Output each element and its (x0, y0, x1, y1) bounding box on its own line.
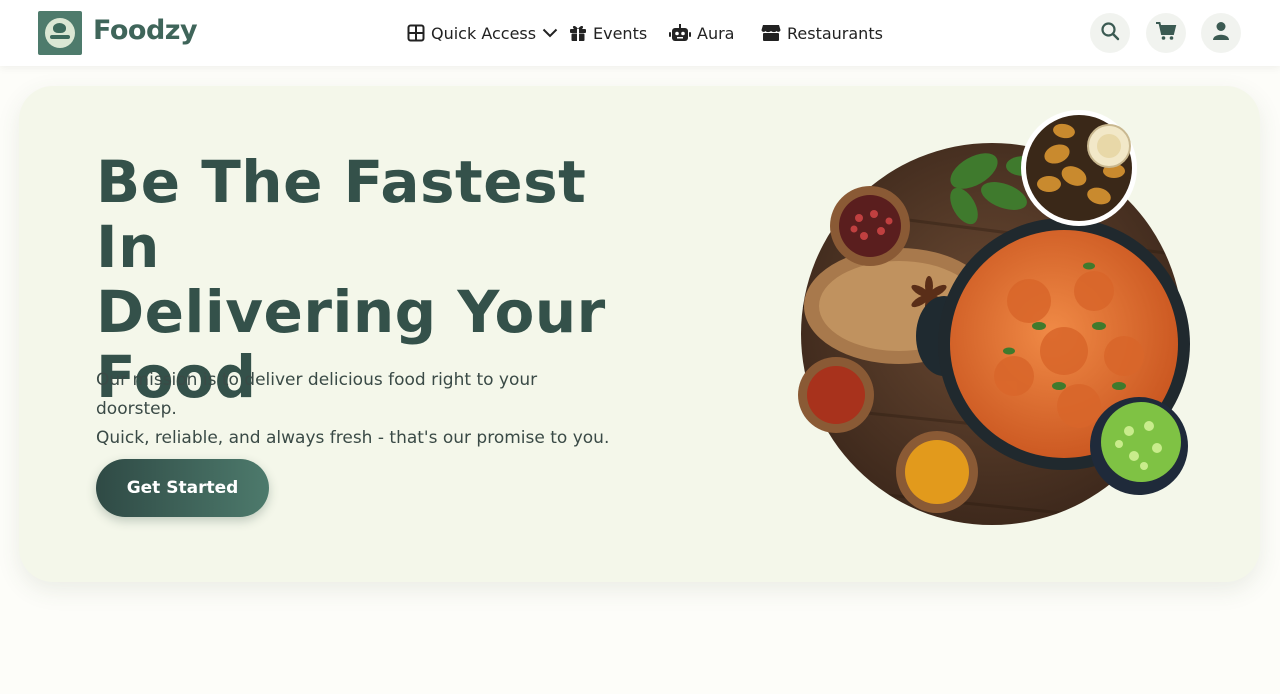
robot-icon (669, 24, 691, 42)
hero-description-line: Quick, reliable, and always fresh - that… (96, 428, 610, 448)
hero-description: Our mission is to deliver delicious food… (96, 366, 616, 453)
nav-quick-access[interactable]: Quick Access (407, 22, 558, 44)
hero-description-line: Our mission is to deliver delicious food… (96, 370, 538, 419)
nav-label: Events (593, 23, 648, 43)
get-started-button[interactable]: Get Started (96, 459, 269, 517)
nav-label: Quick Access (431, 23, 537, 43)
search-button[interactable] (1090, 13, 1130, 53)
brand-name[interactable]: Foodzy (93, 15, 198, 46)
grid-icon (407, 24, 425, 42)
user-icon (1212, 21, 1230, 45)
nav-label: Restaurants (787, 23, 883, 43)
logo-icon (45, 18, 75, 48)
nav-label: Aura (697, 23, 735, 43)
search-icon (1100, 21, 1120, 45)
site-header: Foodzy Quick Access Events Aura Restaura… (0, 0, 1280, 66)
nav-aura[interactable]: Aura (669, 22, 734, 44)
cart-icon (1155, 21, 1177, 45)
next-section-peek (520, 688, 640, 694)
profile-button[interactable] (1201, 13, 1241, 53)
hero-title-line: Be The Fastest In (96, 148, 587, 281)
logo[interactable] (38, 11, 82, 55)
nav-restaurants[interactable]: Restaurants (761, 22, 883, 44)
nav-events[interactable]: Events (569, 22, 647, 44)
chevron-down-icon (542, 27, 558, 39)
cart-button[interactable] (1146, 13, 1186, 53)
hero-section: Be The Fastest In Delivering Your Food O… (19, 86, 1260, 582)
hero-title-line: Delivering Your (96, 278, 606, 346)
store-icon (761, 24, 781, 42)
gift-icon (569, 24, 587, 42)
